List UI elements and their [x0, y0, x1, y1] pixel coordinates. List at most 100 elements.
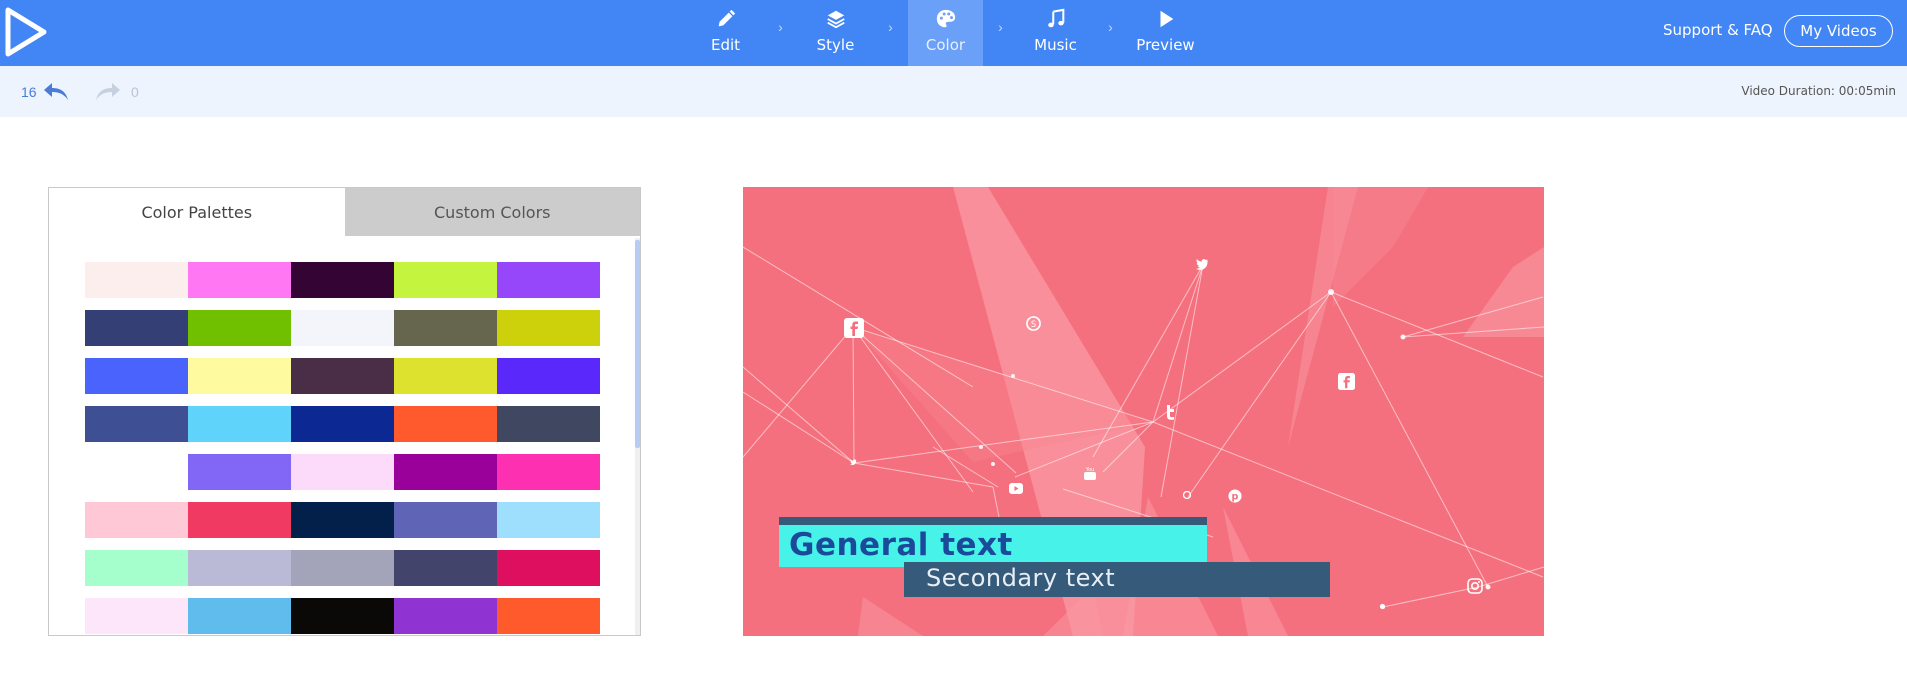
color-swatch: [188, 598, 291, 634]
color-swatch: [188, 550, 291, 586]
support-faq-link[interactable]: Support & FAQ: [1663, 21, 1773, 39]
undo-icon[interactable]: [42, 80, 70, 102]
chevron-right-icon: ›: [888, 19, 893, 35]
link-icon: [1379, 603, 1386, 610]
tab-custom-colors[interactable]: Custom Colors: [344, 188, 640, 236]
color-swatch: [188, 454, 291, 490]
step-preview[interactable]: Preview: [1128, 0, 1203, 66]
color-swatch: [497, 502, 600, 538]
color-swatch: [497, 598, 600, 634]
step-edit[interactable]: Edit: [688, 0, 763, 66]
palette-row[interactable]: [85, 358, 600, 394]
color-swatch: [85, 358, 188, 394]
general-text: General text: [789, 527, 1013, 563]
color-swatch: [291, 550, 394, 586]
svg-text:You: You: [1085, 467, 1095, 473]
step-label: Style: [816, 36, 855, 54]
undo-redo-toolbar: 16 0 Video Duration: 00:05min: [0, 66, 1907, 117]
secondary-text-box[interactable]: Secondary text: [904, 562, 1330, 597]
color-swatch: [497, 406, 600, 442]
color-swatch: [394, 502, 497, 538]
video-duration: Video Duration: 00:05min: [1741, 84, 1896, 98]
color-swatch: [497, 550, 600, 586]
color-swatch: [394, 262, 497, 298]
palette-row[interactable]: [85, 502, 600, 538]
redo-count: 0: [131, 84, 139, 100]
scrollbar-thumb[interactable]: [635, 240, 640, 448]
youtube-icon: [1009, 483, 1023, 494]
color-swatch: [188, 406, 291, 442]
color-swatch: [188, 262, 291, 298]
color-swatch: [497, 310, 600, 346]
color-swatch: [291, 598, 394, 634]
palette-row[interactable]: [85, 598, 600, 634]
youtube-icon: You: [1084, 467, 1096, 480]
color-swatch: [85, 550, 188, 586]
title-accent-bar: [779, 517, 1207, 525]
my-videos-button[interactable]: My Videos: [1784, 15, 1893, 47]
svg-text:p: p: [1232, 492, 1239, 503]
color-swatch: [394, 550, 497, 586]
play-icon: [1160, 10, 1173, 28]
color-swatch: [497, 262, 600, 298]
color-swatch: [497, 358, 600, 394]
color-swatch: [394, 598, 497, 634]
palette-row[interactable]: [85, 454, 600, 490]
color-swatch: [291, 406, 394, 442]
secondary-text: Secondary text: [926, 564, 1116, 592]
facebook-icon: [1338, 373, 1355, 390]
chevron-right-icon: ›: [998, 19, 1003, 35]
palette-row[interactable]: [85, 406, 600, 442]
step-music[interactable]: Music: [1018, 0, 1093, 66]
palette-list: [85, 262, 600, 635]
svg-text:S: S: [1031, 319, 1036, 329]
undo-count: 16: [21, 84, 37, 100]
general-text-box[interactable]: General text: [779, 525, 1207, 567]
color-swatch: [85, 406, 188, 442]
app-logo-icon[interactable]: [4, 6, 50, 58]
step-color[interactable]: Color: [908, 0, 983, 66]
step-label: Edit: [710, 36, 741, 54]
top-navigation-bar: Edit › Style › Color › Music › Preview S…: [0, 0, 1907, 66]
color-swatch: [188, 358, 291, 394]
color-swatch: [85, 262, 188, 298]
step-style[interactable]: Style: [798, 0, 873, 66]
palette-icon: [936, 9, 955, 28]
chevron-right-icon: ›: [778, 19, 783, 35]
wizard-steps: Edit › Style › Color › Music › Preview: [688, 0, 1203, 66]
twitter-icon: [1196, 259, 1209, 270]
palette-row[interactable]: [85, 550, 600, 586]
pinterest-icon: p: [1228, 489, 1242, 503]
step-label: Music: [1034, 36, 1077, 54]
pencil-icon: [718, 9, 735, 27]
step-label: Preview: [1136, 36, 1195, 54]
step-label: Color: [925, 36, 966, 54]
palette-row[interactable]: [85, 310, 600, 346]
palette-tabs: Color Palettes Custom Colors: [49, 188, 640, 236]
color-swatch: [85, 598, 188, 634]
redo-icon[interactable]: [94, 80, 122, 102]
facebook-icon: [844, 318, 864, 338]
skype-icon: S: [1026, 316, 1041, 331]
color-swatch: [394, 358, 497, 394]
palette-row[interactable]: [85, 262, 600, 298]
color-swatch: [188, 502, 291, 538]
tumblr-icon: [1167, 405, 1174, 420]
music-note-icon: [1047, 8, 1064, 28]
color-swatch: [85, 310, 188, 346]
color-swatch: [291, 262, 394, 298]
video-preview: S You p General text Secondary text: [743, 187, 1544, 636]
color-swatch: [394, 454, 497, 490]
chevron-right-icon: ›: [1108, 19, 1113, 35]
dribbble-icon: [1183, 491, 1191, 499]
color-swatch: [394, 310, 497, 346]
color-swatch: [291, 502, 394, 538]
tab-color-palettes[interactable]: Color Palettes: [49, 188, 345, 236]
color-swatch: [497, 454, 600, 490]
color-swatch: [85, 454, 188, 490]
color-swatch: [291, 358, 394, 394]
color-swatch: [394, 406, 497, 442]
color-swatch: [188, 310, 291, 346]
instagram-icon: [1467, 578, 1483, 594]
color-swatch: [85, 502, 188, 538]
